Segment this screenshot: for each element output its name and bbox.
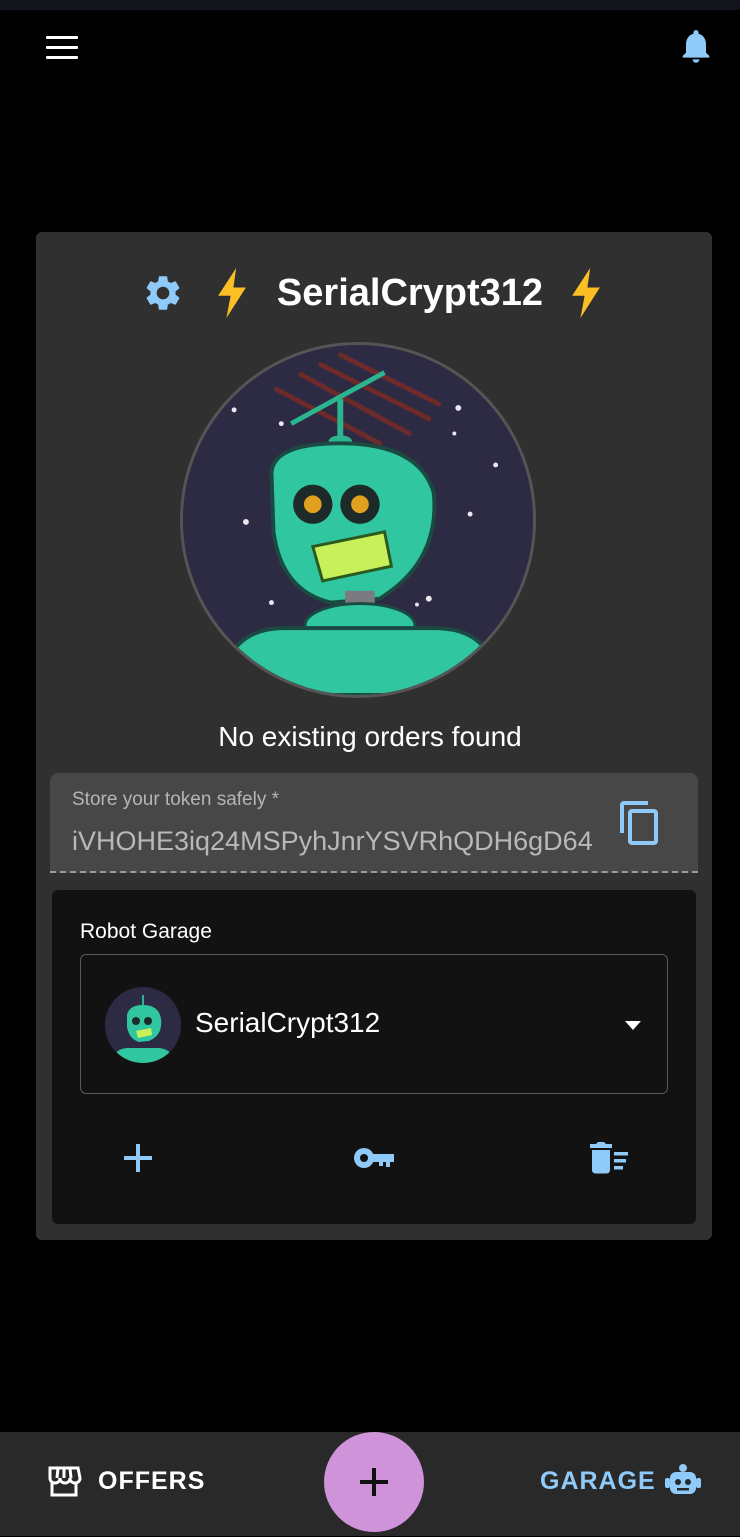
robot-select-dropdown[interactable]: SerialCrypt312 <box>80 954 668 1094</box>
delete-sweep-icon <box>590 1142 628 1174</box>
orders-status-text: No existing orders found <box>218 721 522 752</box>
lightning-bolt-icon <box>568 268 604 318</box>
token-input[interactable]: iVHOHE3iq24MSPyhJnrYSVRhQDH6gD64 <box>72 821 604 861</box>
hamburger-menu-button[interactable] <box>40 28 84 68</box>
robot-garage-label: Robot Garage <box>80 920 212 943</box>
selected-robot-name: SerialCrypt312 <box>195 1007 381 1038</box>
robot-name-row: SerialCrypt312 <box>0 262 740 322</box>
add-robot-button[interactable] <box>110 1130 166 1186</box>
nav-offers-label: OFFERS <box>98 1467 206 1495</box>
nav-garage-label: GARAGE <box>540 1467 656 1495</box>
copy-icon[interactable] <box>616 799 664 847</box>
bell-icon[interactable] <box>676 26 716 66</box>
menu-line <box>46 46 78 49</box>
token-field[interactable]: Store your token safely * iVHOHE3iq24MSP… <box>50 773 698 873</box>
token-label: Store your token safely * <box>72 789 279 810</box>
menu-line <box>46 36 78 39</box>
status-bar-strip <box>0 0 740 10</box>
recover-robot-button[interactable] <box>346 1130 402 1186</box>
plus-icon <box>124 1144 152 1172</box>
robot-avatar-thumbnail <box>105 987 181 1063</box>
menu-line <box>46 56 78 59</box>
robot-nickname: SerialCrypt312 <box>276 272 544 314</box>
nav-garage-button[interactable]: GARAGE <box>530 1450 710 1510</box>
storefront-icon <box>46 1464 82 1498</box>
key-icon <box>354 1148 394 1168</box>
create-order-fab[interactable] <box>324 1432 424 1532</box>
nav-offers-button[interactable]: OFFERS <box>40 1450 220 1510</box>
plus-icon <box>360 1468 388 1496</box>
lightning-bolt-icon <box>214 268 250 318</box>
robot-avatar <box>180 342 536 698</box>
robot-face-icon <box>664 1462 702 1500</box>
delete-robot-button[interactable] <box>582 1130 638 1186</box>
chevron-down-icon <box>621 1013 645 1037</box>
gear-icon[interactable] <box>142 272 184 314</box>
